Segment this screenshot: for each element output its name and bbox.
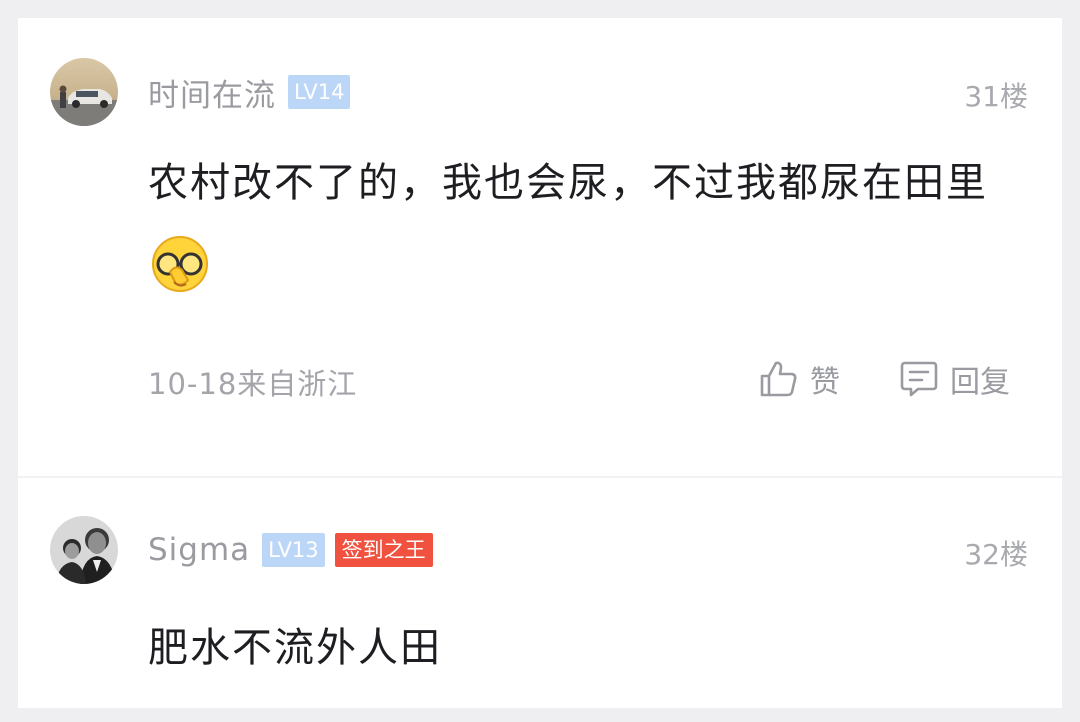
comment-item: Sigma LV13 签到之王 32楼 肥水不流外人田 [18, 478, 1062, 708]
avatar[interactable] [50, 58, 118, 126]
user-info: 时间在流 LV14 [148, 70, 360, 115]
level-badge: LV13 [262, 533, 325, 567]
post-meta: 10-18来自浙江 [148, 367, 358, 401]
covering-eyes-emoji-icon [152, 236, 208, 292]
comment-text-body: 肥水不流外人田 [148, 625, 442, 671]
title-badge: 签到之王 [334, 533, 433, 567]
comment-text-body: 农村改不了的，我也会尿，不过我都尿在田里 [148, 160, 988, 206]
username[interactable]: Sigma [148, 532, 250, 568]
reply-label: 回复 [950, 365, 1010, 400]
thumbs-up-icon [760, 361, 797, 397]
comment-card: 时间在流 LV14 31楼 农村改不了的，我也会尿，不过我都尿在田里 10-18… [18, 18, 1062, 708]
floor-number: 32楼 [964, 538, 1028, 571]
floor-number: 31楼 [964, 80, 1028, 113]
comment-bubble-icon [900, 361, 938, 397]
user-info: Sigma LV13 签到之王 [148, 530, 433, 570]
like-button[interactable]: 赞 [758, 354, 840, 404]
username[interactable]: 时间在流 [148, 70, 276, 115]
comment-item: 时间在流 LV14 31楼 农村改不了的，我也会尿，不过我都尿在田里 10-18… [18, 18, 1062, 476]
avatar[interactable] [50, 516, 118, 584]
comment-text: 肥水不流外人田 [148, 624, 1018, 672]
like-label: 赞 [810, 365, 840, 400]
comment-text: 农村改不了的，我也会尿，不过我都尿在田里 [148, 140, 1018, 312]
reply-button[interactable]: 回复 [898, 354, 1010, 404]
level-badge: LV14 [288, 75, 351, 109]
